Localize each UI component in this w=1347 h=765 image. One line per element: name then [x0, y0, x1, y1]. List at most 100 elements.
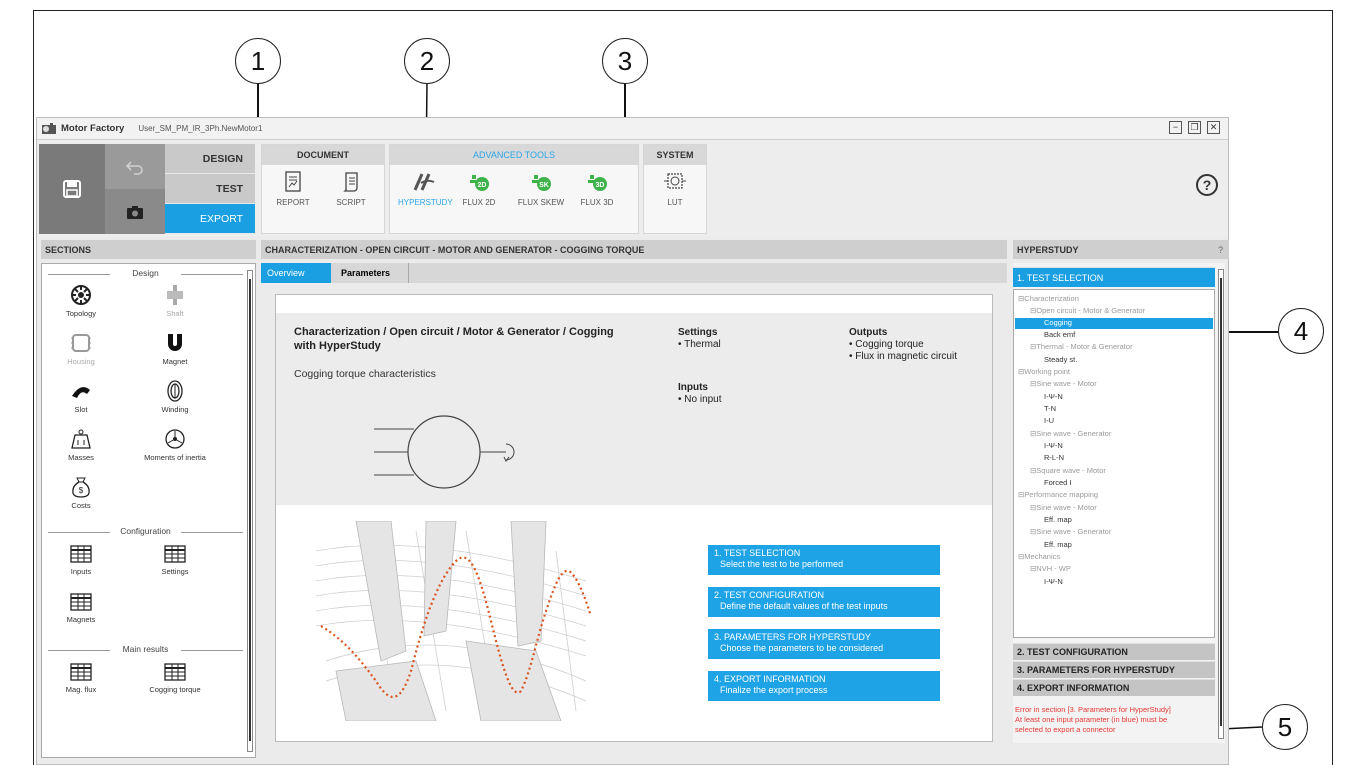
magnets-item[interactable]: Magnets [46, 592, 116, 624]
save-button[interactable] [39, 144, 105, 234]
step-1-box[interactable]: 1. TEST SELECTION Select the test to be … [708, 545, 940, 575]
tree-leaf[interactable]: R-L-N [1044, 453, 1064, 462]
inputs-item[interactable]: Inputs [46, 544, 116, 576]
hyperstudy-button[interactable]: HYPERSTUDY [398, 171, 453, 207]
restore-button[interactable]: ❐ [1188, 121, 1201, 134]
step-3-desc: Choose the parameters to be considered [720, 643, 884, 653]
step-3-box[interactable]: 3. PARAMETERS FOR HYPERSTUDY Choose the … [708, 629, 940, 659]
step-2-box[interactable]: 2. TEST CONFIGURATION Define the default… [708, 587, 940, 617]
winding-item[interactable]: Winding [140, 380, 210, 414]
step-2-desc: Define the default values of the test in… [720, 601, 888, 611]
undo-icon [125, 160, 143, 175]
step-4-desc: Finalize the export process [720, 685, 828, 695]
callout-5: 5 [1262, 704, 1308, 750]
slot-item[interactable]: Slot [46, 380, 116, 414]
tab-overview[interactable]: Overview [261, 263, 331, 283]
step-4-box[interactable]: 4. EXPORT INFORMATION Finalize the expor… [708, 671, 940, 701]
save-icon [63, 180, 81, 198]
tab-parameters[interactable]: Parameters [335, 263, 409, 283]
tree-node[interactable]: ⊟Thermal - Motor & Generator [1030, 342, 1133, 351]
hyperstudy-scrollbar-thumb[interactable] [1220, 278, 1222, 726]
step-3-title: 3. PARAMETERS FOR HYPERSTUDY [714, 632, 871, 642]
report-button[interactable]: REPORT [270, 171, 316, 207]
mag-flux-item[interactable]: Mag. flux [46, 662, 116, 694]
hyperstudy-help-button[interactable]: ? [1218, 245, 1223, 255]
shaft-item[interactable]: Shaft [140, 284, 210, 318]
tree-node[interactable]: ⊟Sine wave - Motor [1030, 503, 1097, 512]
mode-test-button[interactable]: TEST [165, 174, 255, 204]
settings-item-thermal: • Thermal [678, 339, 721, 350]
flux3d-button[interactable]: 3D FLUX 3D [574, 171, 620, 207]
fluxskew-button[interactable]: SK FLUX SKEW [514, 171, 568, 207]
magnet-item[interactable]: Magnet [140, 332, 210, 366]
housing-item[interactable]: Housing [46, 332, 116, 366]
tree-leaf[interactable]: Forced I [1044, 478, 1072, 487]
flux2d-label: FLUX 2D [462, 198, 496, 207]
sections-scrollbar-thumb[interactable] [249, 279, 251, 741]
moments-of-inertia-item[interactable]: Moments of inertia [140, 428, 210, 462]
tree-leaf[interactable]: I-Ψ-N [1044, 577, 1063, 586]
hyperstudy-title: HYPERSTUDY [1017, 244, 1079, 255]
tree-leaf[interactable]: Eff. map [1044, 515, 1072, 524]
topology-item[interactable]: Topology [46, 284, 116, 318]
callout-5-label: 5 [1277, 711, 1293, 742]
results-section-title: Main results [48, 644, 243, 654]
tree-leaf[interactable]: T-N [1044, 404, 1056, 413]
table-icon [70, 663, 92, 681]
mode-design-button[interactable]: DESIGN [165, 144, 255, 174]
tree-leaf[interactable]: I-U [1044, 416, 1054, 425]
tree-node[interactable]: ⊟Sine wave - Generator [1030, 429, 1111, 438]
tree-leaf-selected[interactable]: Cogging [1044, 318, 1072, 327]
minimize-button[interactable]: − [1169, 121, 1182, 134]
tree-leaf[interactable]: I-Ψ-N [1044, 392, 1063, 401]
svg-text:3D: 3D [596, 182, 605, 189]
tree-node[interactable]: ⊟Mechanics [1018, 552, 1060, 561]
tree-leaf[interactable]: Steady st. [1044, 355, 1077, 364]
motor-factory-window: Motor Factory User_SM_PM_IR_3Ph.NewMotor… [36, 117, 1229, 765]
costs-item[interactable]: $ Costs [46, 476, 116, 510]
settings-label: Settings [161, 567, 189, 576]
inputs-label: Inputs [70, 567, 92, 576]
tree-node[interactable]: ⊟Working point [1018, 367, 1070, 376]
tree-node[interactable]: ⊟Open circuit - Motor & Generator [1030, 306, 1145, 315]
lut-button[interactable]: LUT [652, 171, 698, 207]
magnets-label: Magnets [66, 615, 96, 624]
hs-section-test-selection[interactable]: 1. TEST SELECTION [1013, 267, 1215, 287]
tree-node[interactable]: ⊟Sine wave - Generator [1030, 527, 1111, 536]
tree-leaf[interactable]: Eff. map [1044, 540, 1072, 549]
overview-content: Characterization / Open circuit / Motor … [275, 294, 993, 742]
sections-panel: Design Topology Shaft Housing Magnet Slo… [41, 263, 256, 758]
tree-leaf[interactable]: Back emf [1044, 330, 1075, 339]
tree-node[interactable]: ⊟Square wave - Motor [1030, 466, 1106, 475]
center-tabs: Overview Parameters [261, 263, 1007, 283]
tree-node[interactable]: ⊟NVH - WP [1030, 564, 1071, 573]
error-line-1: Error in section [3. Parameters for Hype… [1015, 705, 1171, 714]
masses-item[interactable]: Masses [46, 428, 116, 462]
tree-node[interactable]: ⊟Characterization [1018, 294, 1079, 303]
hs-section-parameters[interactable]: 3. PARAMETERS FOR HYPERSTUDY [1013, 661, 1215, 678]
configuration-section-title: Configuration [48, 526, 243, 536]
outputs-item-cogging: • Cogging torque [849, 339, 924, 350]
flux2d-button[interactable]: 2D FLUX 2D [456, 171, 502, 207]
outputs-title: Outputs [849, 327, 888, 338]
close-button[interactable]: ✕ [1207, 121, 1220, 134]
hs-section-export-information[interactable]: 4. EXPORT INFORMATION [1013, 679, 1215, 696]
camera-icon [127, 205, 143, 219]
tree-node[interactable]: ⊟Performance mapping [1018, 490, 1098, 499]
help-button[interactable]: ? [1196, 174, 1218, 196]
tree-node[interactable]: ⊟Sine wave - Motor [1030, 379, 1097, 388]
costs-label: Costs [71, 501, 91, 510]
mag-flux-label: Mag. flux [65, 685, 97, 694]
cogging-torque-item[interactable]: Cogging torque [140, 662, 210, 694]
tree-leaf[interactable]: I-Ψ-N [1044, 441, 1063, 450]
settings-item[interactable]: Settings [140, 544, 210, 576]
mode-export-button[interactable]: EXPORT [165, 204, 255, 234]
script-button[interactable]: SCRIPT [328, 171, 374, 207]
document-group: DOCUMENT REPORT SCRIPT [261, 144, 385, 234]
hs-section-test-configuration[interactable]: 2. TEST CONFIGURATION [1013, 643, 1215, 660]
sections-scrollbar[interactable] [247, 270, 253, 752]
undo-button[interactable] [105, 144, 165, 189]
center-title: CHARACTERIZATION - OPEN CIRCUIT - MOTOR … [261, 240, 1007, 259]
hyperstudy-scrollbar[interactable] [1218, 269, 1224, 739]
screenshot-button[interactable] [105, 189, 165, 234]
